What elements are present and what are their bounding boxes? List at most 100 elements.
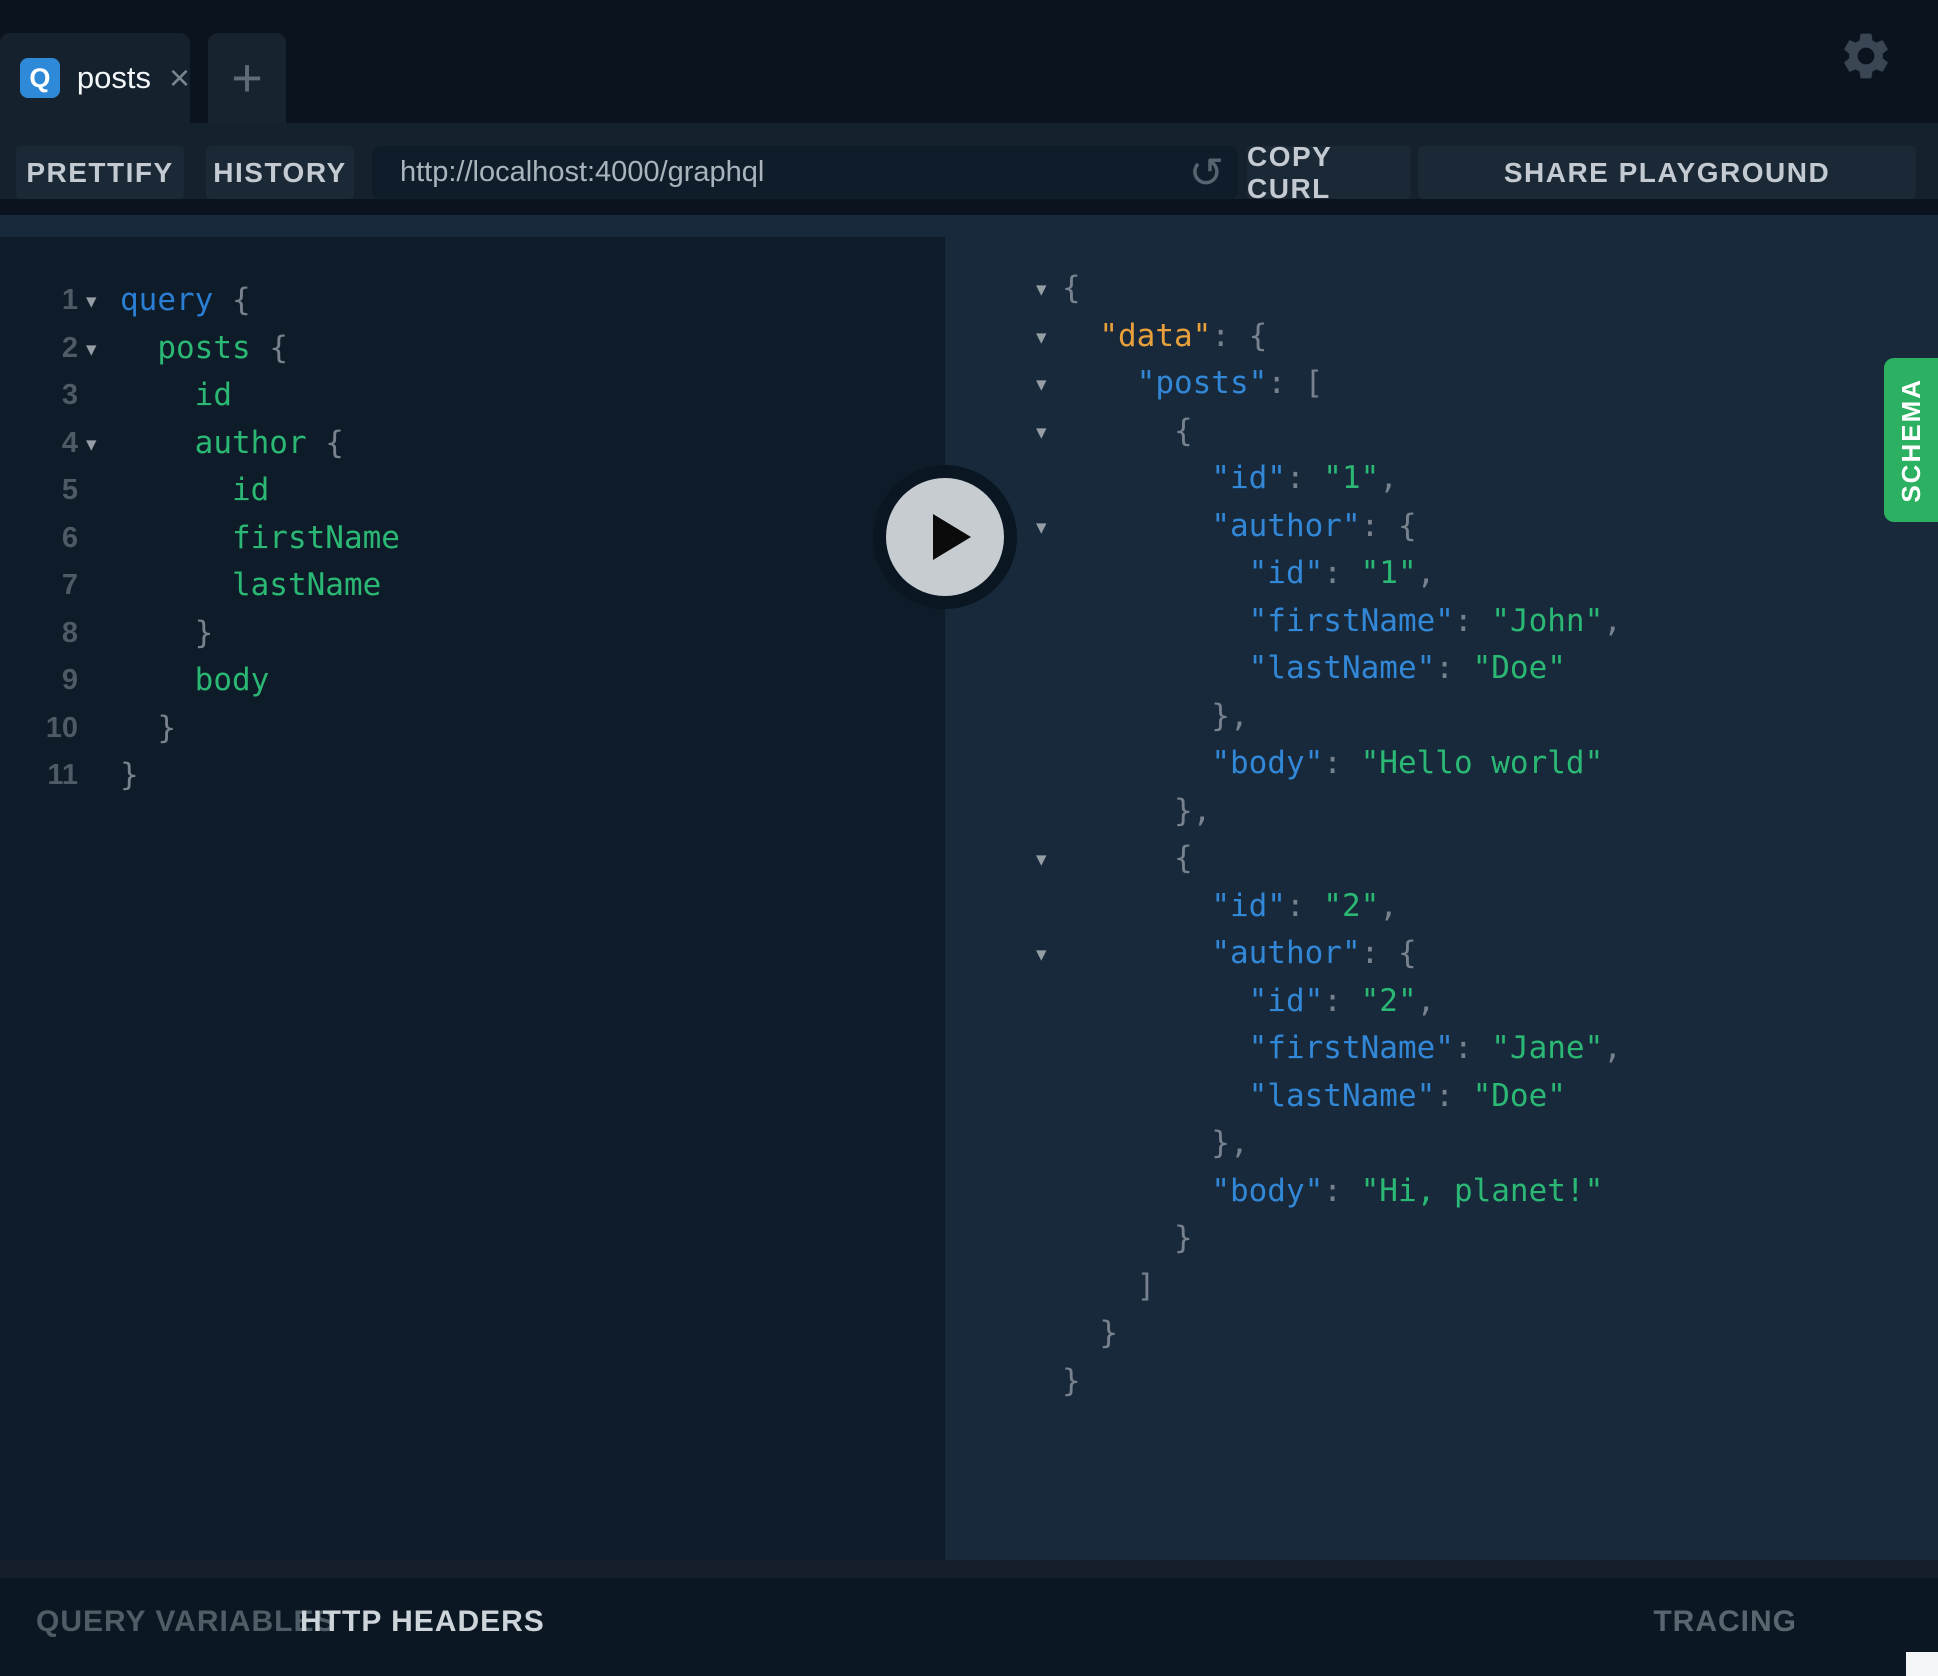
line-number: 1 (0, 276, 78, 324)
line-number: 10 (0, 704, 78, 752)
code-text: } (120, 609, 213, 657)
line-number: 5 (0, 466, 78, 514)
fold-arrow-icon[interactable]: ▾ (1036, 835, 1047, 883)
tab-posts[interactable]: Q posts × (0, 33, 190, 123)
close-tab-icon[interactable]: × (169, 60, 190, 96)
execute-button[interactable] (873, 465, 1017, 609)
syntax-token: { (1062, 270, 1081, 306)
syntax-token: : { (1361, 935, 1417, 971)
syntax-token: { (1062, 413, 1193, 449)
syntax-token (1062, 460, 1211, 496)
syntax-token (1062, 745, 1211, 781)
syntax-token: query (120, 282, 213, 318)
line-number: 4 (0, 419, 78, 467)
response-line: "lastName": "Doe" (945, 1072, 1938, 1120)
syntax-token: } (120, 757, 139, 793)
share-playground-button[interactable]: SHARE PLAYGROUND (1418, 146, 1916, 199)
code-text: }, (1062, 692, 1249, 740)
code-text: { (1062, 264, 1081, 312)
query-variables-tab[interactable]: QUERY VARIABLES (36, 1605, 336, 1639)
syntax-token: "Jane" (1491, 1030, 1603, 1066)
response-line: "id": "1", (945, 549, 1938, 597)
line-number: 7 (0, 561, 78, 609)
http-headers-tab[interactable]: HTTP HEADERS (300, 1605, 545, 1639)
code-text: id (120, 371, 232, 419)
syntax-token (1062, 1078, 1249, 1114)
refresh-schema-icon[interactable]: ↺ (1189, 146, 1224, 199)
footer-divider (0, 1560, 1938, 1578)
syntax-token: : (1323, 555, 1360, 591)
syntax-token: } (1062, 1363, 1081, 1399)
syntax-token: "1" (1361, 555, 1417, 591)
syntax-token: } (1062, 1220, 1193, 1256)
code-text: body (120, 656, 269, 704)
code-text: } (1062, 1309, 1118, 1357)
syntax-token: : (1323, 983, 1360, 1019)
syntax-token: ] (1062, 1268, 1155, 1304)
history-button[interactable]: HISTORY (206, 146, 354, 199)
query-line: 11} (0, 751, 945, 799)
settings-gear-icon[interactable] (1838, 28, 1894, 84)
syntax-token: , (1417, 983, 1436, 1019)
response-line: ▾ "author": { (945, 502, 1938, 550)
syntax-token: "id" (1211, 460, 1286, 496)
code-text: "body": "Hi, planet!" (1062, 1167, 1603, 1215)
syntax-token: "2" (1361, 983, 1417, 1019)
syntax-token (1062, 1173, 1211, 1209)
syntax-token: : (1323, 745, 1360, 781)
code-text: }, (1062, 787, 1211, 835)
tracing-tab[interactable]: TRACING (1653, 1605, 1797, 1639)
syntax-token: : (1286, 888, 1323, 924)
new-tab-button[interactable]: + (208, 33, 286, 123)
query-line: 8 } (0, 609, 945, 657)
code-text: author { (120, 419, 344, 467)
syntax-token: "Doe" (1473, 650, 1566, 686)
code-text: "id": "1", (1062, 549, 1435, 597)
fold-arrow-icon[interactable]: ▾ (1036, 503, 1047, 551)
response-line: } (945, 1214, 1938, 1262)
syntax-token: "data" (1099, 318, 1211, 354)
syntax-token: }, (1062, 698, 1249, 734)
syntax-token: , (1417, 555, 1436, 591)
line-number: 11 (0, 751, 78, 799)
syntax-token: body (120, 662, 269, 698)
prettify-button[interactable]: PRETTIFY (16, 146, 184, 199)
fold-arrow-icon[interactable]: ▾ (86, 277, 97, 325)
fold-arrow-icon[interactable]: ▾ (86, 420, 97, 468)
response-line: } (945, 1309, 1938, 1357)
fold-arrow-icon[interactable]: ▾ (1036, 930, 1047, 978)
schema-tab[interactable]: SCHEMA (1884, 358, 1938, 522)
line-number: 9 (0, 656, 78, 704)
syntax-token: { (213, 282, 250, 318)
syntax-token: "2" (1323, 888, 1379, 924)
response-line: "id": "2", (945, 882, 1938, 930)
query-type-badge: Q (20, 58, 60, 98)
syntax-token: id (120, 472, 269, 508)
code-text: id (120, 466, 269, 514)
syntax-token: "Hi, planet!" (1361, 1173, 1604, 1209)
code-text: query { (120, 276, 251, 324)
syntax-token: "id" (1249, 555, 1324, 591)
query-line: 10 } (0, 704, 945, 752)
code-text: "id": "2", (1062, 882, 1398, 930)
response-line: ▾ "data": { (945, 312, 1938, 360)
endpoint-url-input[interactable]: http://localhost:4000/graphql ↺ (372, 146, 1238, 199)
query-editor[interactable]: 1▾query {2▾ posts {3 id4▾ author {5 id6 … (0, 237, 945, 1560)
tab-title: posts (77, 60, 151, 96)
code-text: "id": "1", (1062, 454, 1398, 502)
syntax-token: , (1603, 1030, 1622, 1066)
fold-arrow-icon[interactable]: ▾ (1036, 313, 1047, 361)
fold-arrow-icon[interactable]: ▾ (1036, 408, 1047, 456)
workspace: 1▾query {2▾ posts {3 id4▾ author {5 id6 … (0, 215, 1938, 1560)
syntax-token: }, (1062, 1125, 1249, 1161)
syntax-token (1062, 935, 1211, 971)
fold-arrow-icon[interactable]: ▾ (1036, 360, 1047, 408)
line-number: 6 (0, 514, 78, 562)
copy-curl-button[interactable]: COPY CURL (1247, 146, 1411, 199)
tab-bar: Q posts × + (0, 0, 1938, 123)
fold-arrow-icon[interactable]: ▾ (1036, 265, 1047, 313)
line-number: 2 (0, 324, 78, 372)
fold-arrow-icon[interactable]: ▾ (86, 325, 97, 373)
syntax-token: : (1454, 603, 1491, 639)
query-line: 2▾ posts { (0, 324, 945, 372)
